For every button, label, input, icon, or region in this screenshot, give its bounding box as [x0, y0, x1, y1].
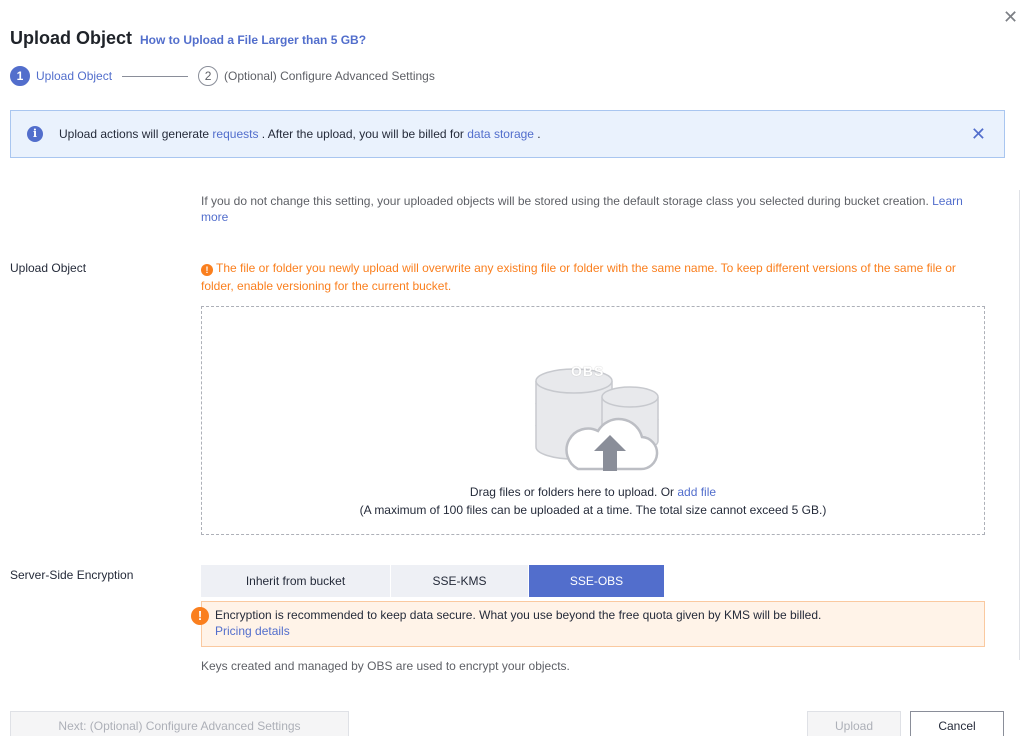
pricing-details-link[interactable]: Pricing details — [215, 623, 984, 639]
encryption-label: Server-Side Encryption — [10, 568, 134, 582]
step-1-number: 1 — [10, 66, 30, 86]
content-scrollbar[interactable] — [1019, 190, 1020, 660]
drop-instructions-text: Drag files or folders here to upload. Or — [469, 485, 678, 499]
encryption-selector: Inherit from bucket SSE-KMS SSE-OBS — [201, 565, 665, 597]
billing-info-bar: i Upload actions will generate requests … — [10, 110, 1005, 158]
drop-instructions: Drag files or folders here to upload. Or… — [202, 485, 984, 499]
warning-icon: ! — [191, 607, 209, 625]
storage-class-note: If you do not change this setting, your … — [201, 193, 991, 225]
upload-limit-note: (A maximum of 100 files can be uploaded … — [359, 503, 827, 517]
step-connector — [122, 75, 189, 77]
step-2-label: (Optional) Configure Advanced Settings — [224, 69, 435, 83]
overwrite-warning: ! The file or folder you newly upload wil… — [201, 259, 991, 295]
requests-link[interactable]: requests — [212, 127, 258, 141]
next-step-button[interactable]: Next: (Optional) Configure Advanced Sett… — [10, 711, 349, 736]
encryption-option-inherit[interactable]: Inherit from bucket — [201, 565, 391, 597]
info-bar-close-icon[interactable]: ✕ — [971, 125, 986, 143]
encryption-option-sse-obs[interactable]: SSE-OBS — [529, 565, 665, 597]
encryption-note-text: Encryption is recommended to keep data s… — [215, 608, 822, 622]
info-text-end: . — [533, 127, 541, 141]
add-file-link[interactable]: add file — [677, 485, 716, 499]
keys-note: Keys created and managed by OBS are used… — [201, 659, 570, 673]
encryption-recommendation: Encryption is recommended to keep data s… — [201, 601, 985, 647]
dialog-title: Upload Object — [10, 28, 133, 48]
billing-info-text: Upload actions will generate requests . … — [59, 127, 541, 141]
cancel-button[interactable]: Cancel — [910, 711, 1004, 736]
warning-icon: ! — [201, 264, 213, 276]
info-text-middle: . After the upload, you will be billed f… — [258, 127, 468, 141]
step-2-number: 2 — [198, 66, 219, 86]
large-file-help-link[interactable]: How to Upload a File Larger than 5 GB? — [140, 33, 366, 47]
storage-class-note-text: If you do not change this setting, your … — [201, 194, 933, 208]
encryption-option-sse-kms[interactable]: SSE-KMS — [391, 565, 529, 597]
dialog-header: Upload Object How to Upload a File Large… — [10, 28, 366, 49]
overwrite-warning-text: The file or folder you newly upload will… — [201, 261, 956, 293]
step-indicator: 1 Upload Object 2 (Optional) Configure A… — [10, 65, 435, 87]
dialog-close-icon[interactable]: ✕ — [1003, 8, 1021, 26]
upload-button[interactable]: Upload — [807, 711, 901, 736]
obs-icon-label: OBS — [571, 363, 605, 379]
info-icon: i — [27, 126, 43, 142]
data-storage-link[interactable]: data storage — [467, 127, 534, 141]
step-1-label: Upload Object — [36, 69, 113, 83]
upload-object-label: Upload Object — [10, 261, 87, 275]
file-drop-zone[interactable]: OBS Drag files or folders here to upload… — [201, 306, 985, 535]
info-text-start: Upload actions will generate — [59, 127, 213, 141]
